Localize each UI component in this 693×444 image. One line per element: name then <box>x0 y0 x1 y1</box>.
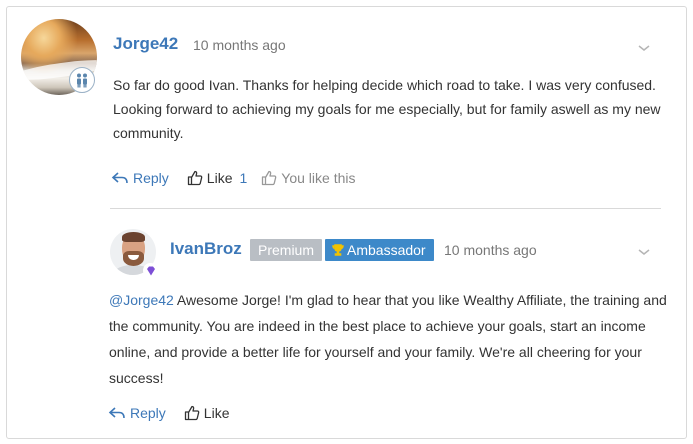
reply-button[interactable]: Reply <box>111 170 169 186</box>
reply-icon <box>108 406 126 420</box>
reply-icon <box>111 171 129 185</box>
reply-label: Reply <box>130 405 166 421</box>
like-button[interactable]: Like 1 <box>187 170 247 186</box>
chevron-down-icon[interactable] <box>637 244 651 255</box>
reply-actions: Reply Like <box>108 405 247 421</box>
family-icon <box>69 67 95 93</box>
ambassador-label: Ambassador <box>347 242 426 258</box>
divider <box>110 208 661 209</box>
like-count[interactable]: 1 <box>239 170 247 186</box>
thumbs-up-icon <box>187 170 203 186</box>
diamond-icon <box>143 263 158 278</box>
chevron-down-icon[interactable] <box>637 40 651 51</box>
thumbs-up-icon <box>261 170 277 186</box>
like-label: Like <box>203 405 230 421</box>
reply-label: Reply <box>133 170 169 186</box>
reply-body-text: Awesome Jorge! I'm glad to hear that you… <box>109 292 667 386</box>
premium-badge: Premium <box>250 239 323 261</box>
avatar-hair <box>122 232 145 242</box>
mention-link[interactable]: @Jorge42 <box>109 292 174 308</box>
you-like-label: You like this <box>281 170 356 186</box>
comment-body: So far do good Ivan. Thanks for helping … <box>113 77 661 141</box>
reply-button[interactable]: Reply <box>108 405 166 421</box>
ambassador-badge: Ambassador <box>325 239 434 261</box>
trophy-icon <box>331 243 345 257</box>
reply-username[interactable]: IvanBroz <box>170 239 242 259</box>
comment-username[interactable]: Jorge42 <box>113 34 178 54</box>
you-like-this: You like this <box>261 170 355 186</box>
thumbs-up-icon <box>184 405 200 421</box>
comment-card: Jorge42 10 months ago So far do good Iva… <box>6 6 687 439</box>
comment-timestamp: 10 months ago <box>193 37 286 53</box>
like-label: Like <box>206 170 233 186</box>
like-button[interactable]: Like <box>184 405 230 421</box>
reply-timestamp: 10 months ago <box>444 242 537 258</box>
comment-actions: Reply Like 1 You like this <box>111 170 373 186</box>
reply-body: @Jorge42 Awesome Jorge! I'm glad to hear… <box>109 287 674 391</box>
